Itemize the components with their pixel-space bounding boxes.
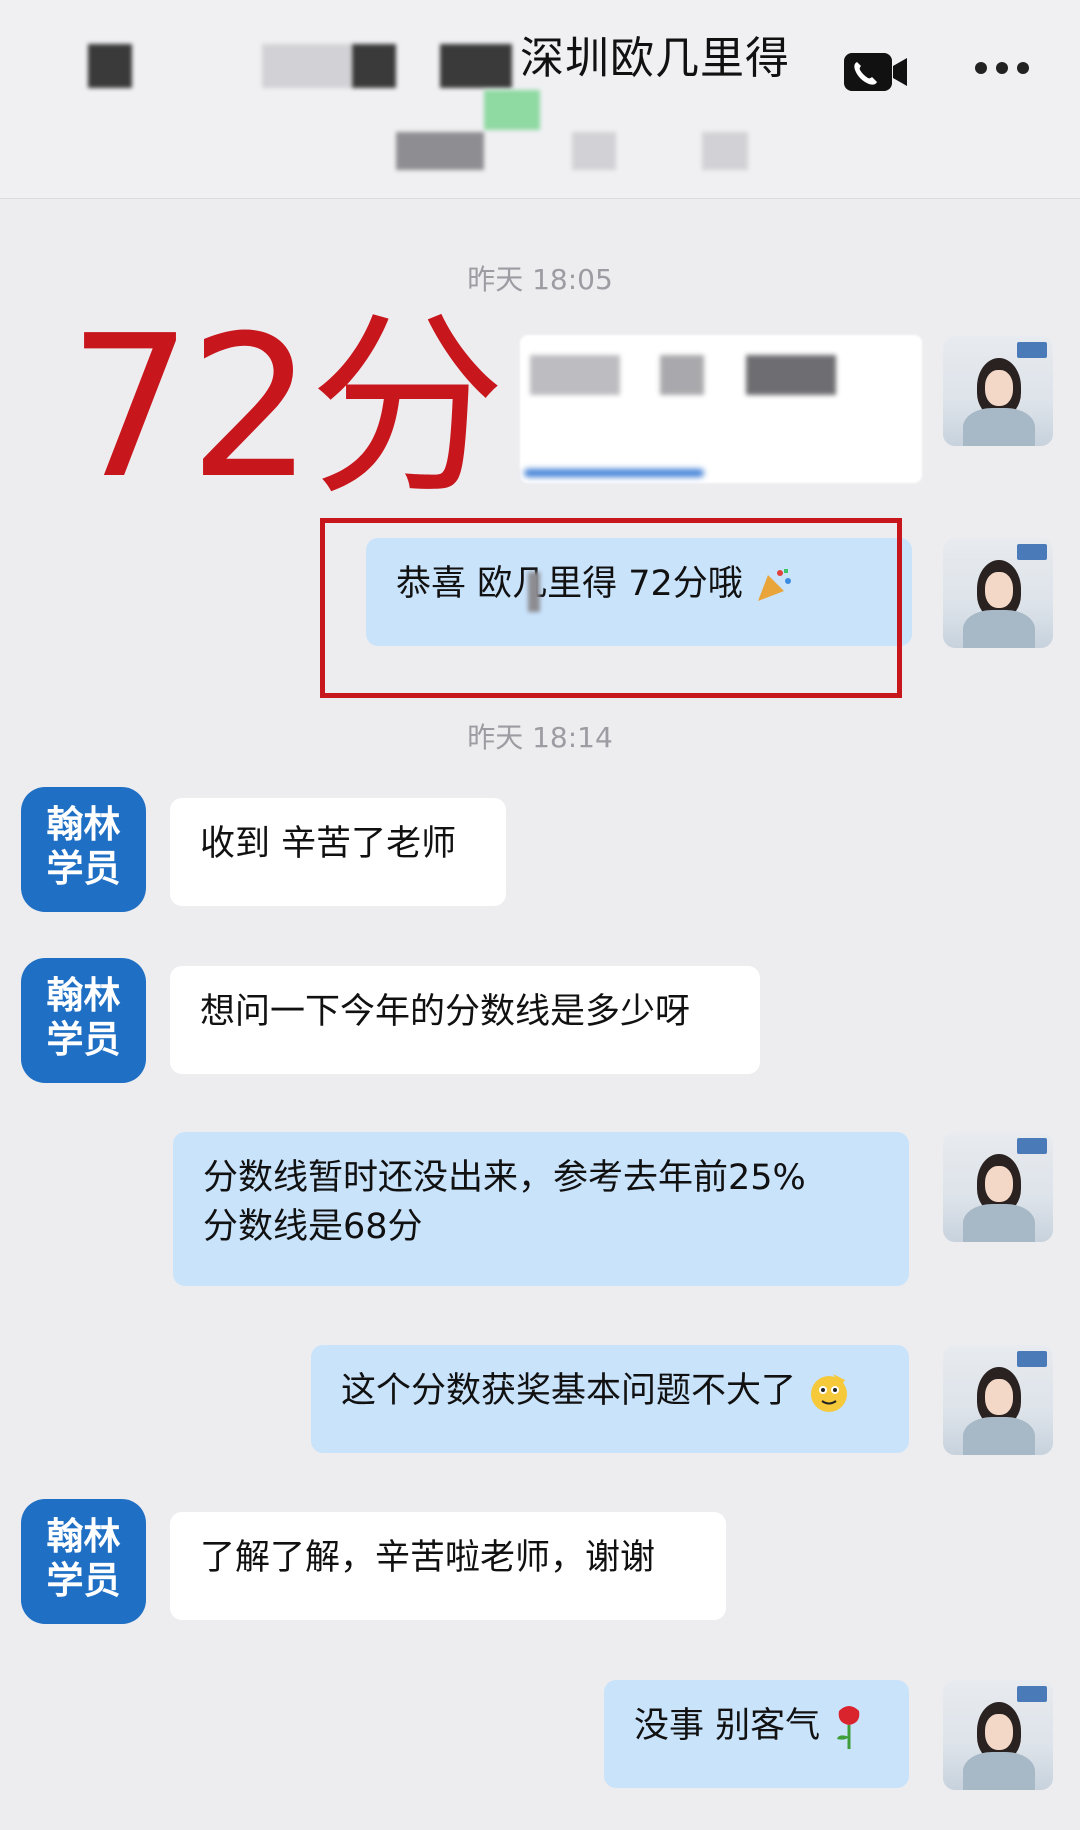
teacher-avatar[interactable] [943,538,1053,648]
message-text: 没事 别客气 [634,1706,821,1746]
salute-face-icon [811,1374,848,1412]
avatar-face [985,1714,1013,1750]
redacted-block [660,355,704,395]
avatar-label: 翰林 [46,974,121,1017]
message-bubble[interactable]: 想问一下今年的分数线是多少呀 [170,966,760,1074]
teacher-avatar[interactable] [943,1132,1053,1242]
video-call-icon[interactable] [843,52,909,92]
avatar-label: 学员 [46,847,121,890]
avatar-label: 学员 [46,1559,121,1602]
redacted-block [352,44,396,88]
redacted-block [396,132,484,170]
message-text: 分数线是68分 [203,1207,423,1247]
message-text: 想问一下今年的分数线是多少呀 [200,992,691,1032]
shared-card[interactable] [520,335,922,483]
redacted-block [262,44,352,88]
teacher-avatar[interactable] [943,1345,1053,1455]
avatar-face [985,1379,1013,1415]
timestamp: 昨天 18:14 [467,721,613,754]
badge [1017,544,1047,560]
student-avatar[interactable]: 翰林 学员 [21,958,146,1083]
teacher-avatar[interactable] [943,1680,1053,1790]
student-avatar[interactable]: 翰林 学员 [21,787,146,912]
message-bubble[interactable]: 没事 别客气 [604,1680,909,1788]
message-bubble[interactable]: 分数线暂时还没出来，参考去年前25% 分数线是68分 [173,1132,909,1286]
more-icon[interactable] [975,56,1029,80]
avatar-label: 翰林 [46,1515,121,1558]
student-avatar[interactable]: 翰林 学员 [21,1499,146,1624]
message-text: 这个分数获奖基本问题不大了 [341,1371,797,1411]
avatar-body [963,1752,1035,1790]
avatar-label: 翰林 [46,803,121,846]
avatar-face [985,572,1013,608]
redacted-block [484,90,540,130]
highlight-box [320,518,902,698]
redacted-block [746,355,836,395]
badge [1017,1686,1047,1702]
message-bubble[interactable]: 收到 辛苦了老师 [170,798,506,906]
badge [1017,1351,1047,1367]
redacted-block [530,355,620,395]
redacted-block [440,44,512,88]
message-bubble[interactable]: 了解了解，辛苦啦老师，谢谢 [170,1512,726,1620]
redacted-block [572,132,616,170]
avatar-face [985,370,1013,406]
back-icon[interactable] [88,44,132,88]
teacher-avatar[interactable] [943,336,1053,446]
avatar-label: 学员 [46,1018,121,1061]
timestamp: 昨天 18:05 [467,263,613,296]
avatar-body [963,1204,1035,1242]
rose-icon [837,1706,860,1749]
message-bubble[interactable]: 这个分数获奖基本问题不大了 [311,1345,909,1453]
score-overlay: 72分 [68,294,505,522]
message-text: 分数线暂时还没出来，参考去年前25% [203,1158,806,1198]
avatar-body [963,1417,1035,1455]
avatar-body [963,610,1035,648]
message-text: 了解了解，辛苦啦老师，谢谢 [200,1538,656,1578]
chat-title: 深圳欧几里得 [520,33,790,84]
badge [1017,1138,1047,1154]
redacted-block [702,132,748,170]
badge [1017,342,1047,358]
message-text: 收到 辛苦了老师 [200,824,457,864]
avatar-face [985,1166,1013,1202]
avatar-body [963,408,1035,446]
card-progress [524,469,704,477]
chat-header: 深圳欧几里得 [0,0,1080,199]
